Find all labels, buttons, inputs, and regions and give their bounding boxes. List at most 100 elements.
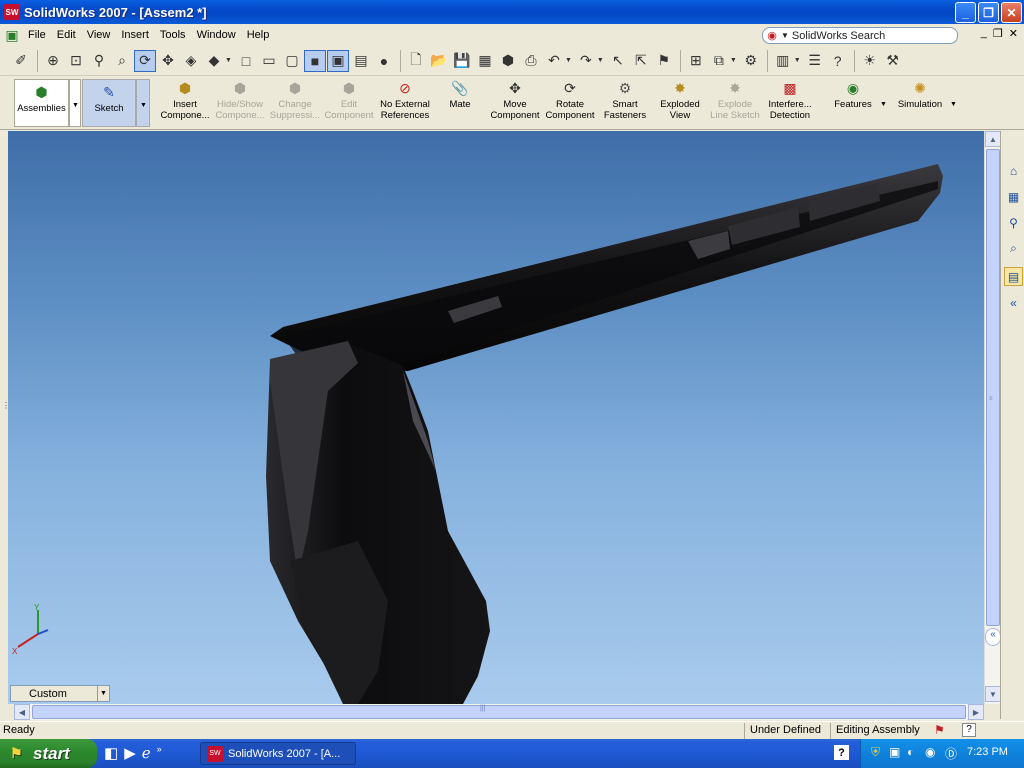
change-suppression-button[interactable]: ⬢ Change Suppressi... <box>268 79 322 127</box>
redo-dropdown-icon[interactable]: ▼ <box>597 57 604 64</box>
doc-restore-button[interactable]: ❐ <box>993 27 1003 40</box>
toolbox-icon[interactable]: ⚒ <box>882 50 904 72</box>
select-other-icon[interactable]: ⇱ <box>630 50 652 72</box>
scroll-left-button[interactable]: ◀ <box>14 704 30 720</box>
smart-fasteners-button[interactable]: ⚙ Smart Fasteners <box>598 79 652 127</box>
undo-dropdown-icon[interactable]: ▼ <box>565 57 572 64</box>
grid-icon[interactable]: ⊞ <box>685 50 707 72</box>
restore-button[interactable]: ❐ <box>978 2 999 23</box>
title-bar[interactable]: SW SolidWorks 2007 - [Assem2 *] _ ❐ ✕ <box>0 0 1024 24</box>
section-view-icon[interactable]: ▤ <box>350 50 372 72</box>
hide-show-component-button[interactable]: ⬢ Hide/Show Compone... <box>213 79 267 127</box>
doc-minimize-button[interactable]: _ <box>981 27 987 40</box>
explode-line-sketch-button[interactable]: ✸ Explode Line Sketch <box>708 79 762 127</box>
menu-edit[interactable]: Edit <box>53 27 83 43</box>
features-dropdown-button[interactable]: ▼ <box>878 79 890 127</box>
window-layout-icon[interactable]: ▥ <box>772 50 794 72</box>
vertical-scrollbar[interactable]: ▲ ≡ « ▼ <box>984 131 1001 704</box>
vertical-scroll-thumb[interactable] <box>986 149 1000 626</box>
collapse-task-pane-icon[interactable]: « <box>1004 293 1023 312</box>
zoom-to-fit-icon[interactable]: ⊕ <box>42 50 64 72</box>
zoom-in-out-icon[interactable]: ⚲ <box>88 50 110 72</box>
select-cursor-icon[interactable]: ↖ <box>607 50 629 72</box>
scroll-right-button[interactable]: ▶ <box>968 704 984 720</box>
wireframe-icon[interactable]: □ <box>235 50 257 72</box>
horizontal-scrollbar[interactable]: ◀ ||| ▶ <box>14 704 984 720</box>
scroll-down-button[interactable]: ▼ <box>985 686 1001 702</box>
start-button[interactable]: ⚑ start <box>0 739 97 768</box>
menu-file[interactable]: File <box>24 27 53 43</box>
open-folder-icon[interactable]: 📂 <box>428 50 450 72</box>
minimize-button[interactable]: _ <box>955 2 976 23</box>
search-input[interactable]: SolidWorks Search <box>792 30 885 42</box>
configuration-dropdown[interactable]: Custom ▼ <box>10 685 110 702</box>
print-icon[interactable]: ⎙ <box>520 50 542 72</box>
show-desktop-icon[interactable]: ◧ <box>104 744 118 762</box>
expand-panel-icon[interactable]: « <box>985 628 1001 646</box>
photoworks-icon[interactable]: ☀ <box>859 50 881 72</box>
standard-views-icon[interactable]: ◆ <box>203 50 225 72</box>
hidden-lines-removed-icon[interactable]: ▢ <box>281 50 303 72</box>
features-button[interactable]: ◉ Features <box>828 79 878 127</box>
menu-help[interactable]: Help <box>243 27 277 43</box>
hidden-lines-visible-icon[interactable]: ▭ <box>258 50 280 72</box>
edit-component-button[interactable]: ⬢ Edit Component <box>322 79 376 127</box>
search-box[interactable]: ◉ ▼ SolidWorks Search <box>762 27 958 44</box>
media-player-icon[interactable]: ▶ <box>124 744 136 762</box>
undo-icon[interactable]: ↶ <box>543 50 565 72</box>
assembly-model[interactable] <box>8 131 984 704</box>
internet-explorer-icon[interactable]: ℯ <box>142 744 151 762</box>
solidworks-resources-icon[interactable]: ⌂ <box>1004 161 1023 180</box>
network-icon[interactable]: ▣ <box>889 745 900 759</box>
search-results-icon[interactable]: ⌕ <box>1004 239 1023 258</box>
shaded-with-edges-icon[interactable]: ▣ <box>326 49 349 72</box>
sketch-tab[interactable]: ✎ Sketch <box>82 79 136 127</box>
mate-button[interactable]: 📎 Mate <box>440 79 480 127</box>
menu-window[interactable]: Window <box>193 27 243 43</box>
assemblies-dropdown-button[interactable]: ▼ <box>69 79 81 127</box>
select-pin-icon[interactable]: ✐ <box>10 50 32 72</box>
quick-launch-chevron-icon[interactable]: » <box>157 744 162 762</box>
rebuild-status-icon[interactable]: ⚑ <box>934 723 945 737</box>
help-icon[interactable]: ? <box>827 50 849 72</box>
tray-app-icon[interactable]: ◉ <box>925 745 935 759</box>
make-drawing-icon[interactable]: ▦ <box>474 50 496 72</box>
zoom-to-selection-icon[interactable]: ⌕ <box>111 50 133 72</box>
interference-detection-button[interactable]: ▩ Interfere... Detection <box>763 79 817 127</box>
scroll-up-button[interactable]: ▲ <box>985 131 1001 147</box>
realview-icon[interactable]: ● <box>373 50 395 72</box>
feature-tree-icon[interactable]: ⚙ <box>740 50 762 72</box>
sketch-dropdown-button[interactable]: ▼ <box>136 79 150 127</box>
menu-view[interactable]: View <box>83 27 118 43</box>
shaded-icon[interactable]: ■ <box>303 49 326 72</box>
insert-component-button[interactable]: ⬢ Insert Compone... <box>158 79 212 127</box>
simulation-dropdown-button[interactable]: ▼ <box>948 79 960 127</box>
layers-dropdown-icon[interactable]: ▼ <box>730 57 737 64</box>
assemblies-tab[interactable]: ⬢ Assemblies <box>14 79 69 127</box>
rebuild-icon[interactable]: ⚑ <box>653 50 675 72</box>
design-library-icon[interactable]: ▦ <box>1004 187 1023 206</box>
layers-icon[interactable]: ⧉ <box>708 50 730 72</box>
window-layout-dropdown-icon[interactable]: ▼ <box>794 57 801 64</box>
file-explorer-icon[interactable]: ⚲ <box>1004 213 1023 232</box>
graphics-area[interactable] <box>8 131 984 704</box>
feature-manager-collapsed-strip[interactable]: ⋮ <box>0 131 10 704</box>
exploded-view-button[interactable]: ✸ Exploded View <box>653 79 707 127</box>
view-palette-icon[interactable]: ▤ <box>1004 267 1023 286</box>
tray-d-icon[interactable]: Ⓓ <box>945 745 957 762</box>
security-shield-icon[interactable]: ⛨ <box>871 745 880 760</box>
solidworks-menu-icon[interactable]: ▣ <box>3 26 21 44</box>
redo-icon[interactable]: ↷ <box>575 50 597 72</box>
rotate-view-icon[interactable]: ⟳ <box>134 49 156 72</box>
simulation-button[interactable]: ✺ Simulation <box>893 79 947 127</box>
make-assembly-icon[interactable]: ⬢ <box>497 50 519 72</box>
search-dropdown-icon[interactable]: ▼ <box>781 31 789 40</box>
move-component-button[interactable]: ✥ Move Component <box>488 79 542 127</box>
standard-views-dropdown-icon[interactable]: ▼ <box>225 57 232 64</box>
volume-icon[interactable]: ◐ <box>907 745 914 759</box>
close-button[interactable]: ✕ <box>1001 2 1022 23</box>
no-external-references-button[interactable]: ⊘ No External References <box>377 79 433 127</box>
save-icon[interactable]: 💾 <box>451 50 473 72</box>
doc-close-button[interactable]: ✕ <box>1009 27 1018 40</box>
horizontal-scroll-thumb[interactable] <box>32 705 966 719</box>
